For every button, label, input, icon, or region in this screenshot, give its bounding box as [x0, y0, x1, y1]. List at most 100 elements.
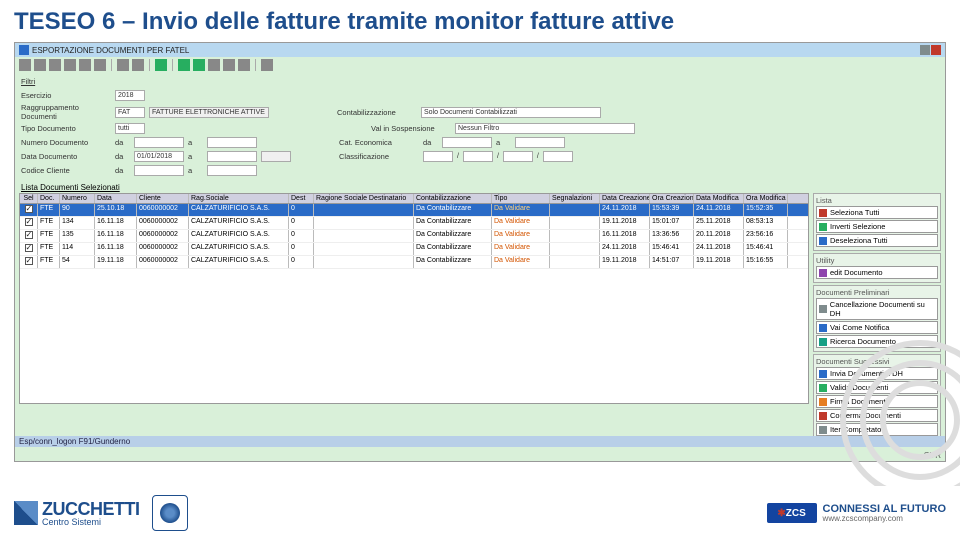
edit-doc-button[interactable]: edit Documento — [816, 266, 938, 279]
slide-footer: ZUCCHETTI Centro Sistemi ✱ZCS CONNESSI A… — [0, 486, 960, 540]
col-dest[interactable]: Dest — [289, 194, 314, 203]
table-row[interactable]: FTE5419.11.180060000002CALZATURIFICIO S.… — [20, 256, 808, 269]
ragg-desc: FATTURE ELETTRONICHE ATTIVE — [149, 107, 269, 118]
cateco-a[interactable] — [515, 137, 565, 148]
class-2[interactable] — [463, 151, 493, 162]
close-button[interactable] — [931, 45, 941, 55]
vai-notifica-button[interactable]: Vai Come Notifica — [816, 321, 938, 334]
zcs-tagline: CONNESSI AL FUTURO — [823, 504, 946, 515]
app-icon — [19, 45, 29, 55]
da-label: da — [423, 138, 438, 147]
statusbar-ovr: OVR — [15, 450, 945, 461]
codcli-a[interactable] — [207, 165, 257, 176]
table-row[interactable]: FTE11416.11.180060000002CALZATURIFICIO S… — [20, 243, 808, 256]
zcs-url: www.zcscompany.com — [823, 515, 946, 523]
numdoc-a[interactable] — [207, 137, 257, 148]
window-titlebar: ESPORTAZIONE DOCUMENTI PER FATEL — [15, 43, 945, 57]
datadoc-label: Data Documento — [21, 152, 111, 161]
col-cont[interactable]: Contabilizzazione — [414, 194, 492, 203]
class-label: Classificazione — [339, 152, 419, 161]
a-label: a — [496, 138, 511, 147]
cateco-da[interactable] — [442, 137, 492, 148]
col-rsd[interactable]: Ragione Sociale Destinatario — [314, 194, 414, 203]
class-1[interactable] — [423, 151, 453, 162]
tool-icon[interactable] — [117, 59, 129, 71]
da-label: da — [115, 138, 130, 147]
codcli-label: Codice Cliente — [21, 166, 111, 175]
da-label: da — [115, 166, 130, 175]
esercizio-input[interactable]: 2018 — [115, 90, 145, 101]
col-oc[interactable]: Ora Creazione — [650, 194, 694, 203]
check-icon[interactable] — [155, 59, 167, 71]
ragg-label: Raggruppamento Documenti — [21, 103, 111, 121]
numdoc-da[interactable] — [134, 137, 184, 148]
tipo-input[interactable]: tutti — [115, 123, 145, 134]
da-label: da — [115, 152, 130, 161]
col-dm[interactable]: Data Modifica — [694, 194, 744, 203]
deseleziona-button[interactable]: Deseleziona Tutti — [816, 234, 938, 247]
col-sel[interactable]: Sel — [20, 194, 38, 203]
ragg-input[interactable]: FAT — [115, 107, 145, 118]
grid-header: Sel Doc. Numero Data Cliente Rag.Sociale… — [19, 193, 809, 204]
seleziona-tutti-button[interactable]: Seleziona Tutti — [816, 206, 938, 219]
col-om[interactable]: Ora Modifica — [744, 194, 788, 203]
table-row[interactable]: FTE13516.11.180060000002CALZATURIFICIO S… — [20, 230, 808, 243]
zcs-mark: ✱ZCS — [767, 503, 817, 523]
col-dc[interactable]: Data Creazione — [600, 194, 650, 203]
arrow-up-icon[interactable] — [178, 59, 190, 71]
col-seg[interactable]: Segnalazioni — [550, 194, 600, 203]
datadoc-da[interactable]: 01/01/2018 — [134, 151, 184, 162]
toolbar — [15, 57, 945, 73]
tool-icon[interactable] — [19, 59, 31, 71]
window-title: ESPORTAZIONE DOCUMENTI PER FATEL — [32, 46, 189, 55]
esercizio-label: Esercizio — [21, 91, 111, 100]
cancellazione-button[interactable]: Cancellazione Documenti su DH — [816, 298, 938, 320]
tool-icon[interactable] — [94, 59, 106, 71]
inverti-button[interactable]: Inverti Selezione — [816, 220, 938, 233]
codcli-da[interactable] — [134, 165, 184, 176]
tool-icon[interactable] — [208, 59, 220, 71]
minimize-button[interactable] — [920, 45, 930, 55]
sosp-select[interactable]: Nessun Filtro — [455, 123, 635, 134]
list-section-label: Lista Documenti Selezionati — [21, 183, 939, 192]
filtri-label: Filtri — [21, 77, 111, 86]
zcs-logo: ✱ZCS CONNESSI AL FUTURO www.zcscompany.c… — [767, 503, 946, 523]
datadoc-ext — [261, 151, 291, 162]
filter-form: Filtri Esercizio 2018 Raggruppamento Doc… — [15, 73, 945, 180]
app-window: ESPORTAZIONE DOCUMENTI PER FATEL Filtri … — [14, 42, 946, 462]
cont-label: Contabilizzazione — [337, 108, 417, 117]
col-doc[interactable]: Doc. — [38, 194, 60, 203]
col-num[interactable]: Numero — [60, 194, 95, 203]
tool-icon[interactable] — [49, 59, 61, 71]
col-cli[interactable]: Cliente — [137, 194, 189, 203]
sosp-label: Val in Sospensione — [371, 124, 451, 133]
table-row[interactable]: FTE13416.11.180060000002CALZATURIFICIO S… — [20, 217, 808, 230]
panel-prelim-title: Documenti Preliminari — [816, 288, 938, 297]
tool-icon[interactable] — [64, 59, 76, 71]
class-4[interactable] — [543, 151, 573, 162]
zucchetti-sub: Centro Sistemi — [42, 518, 140, 527]
panel-lista-title: Lista — [816, 196, 938, 205]
tool-icon[interactable] — [223, 59, 235, 71]
tool-icon[interactable] — [132, 59, 144, 71]
cont-select[interactable]: Solo Documenti Contabilizzati — [421, 107, 601, 118]
a-label: a — [188, 152, 203, 161]
tool-icon[interactable] — [79, 59, 91, 71]
grid-body[interactable]: FTE9025.10.180060000002CALZATURIFICIO S.… — [19, 204, 809, 404]
col-rag[interactable]: Rag.Sociale — [189, 194, 289, 203]
a-label: a — [188, 166, 203, 175]
tool-icon[interactable] — [238, 59, 250, 71]
document-grid: Sel Doc. Numero Data Cliente Rag.Sociale… — [19, 193, 809, 440]
class-3[interactable] — [503, 151, 533, 162]
datadoc-a[interactable] — [207, 151, 257, 162]
col-tipo[interactable]: Tipo — [492, 194, 550, 203]
tool-icon[interactable] — [261, 59, 273, 71]
table-row[interactable]: FTE9025.10.180060000002CALZATURIFICIO S.… — [20, 204, 808, 217]
tool-icon[interactable] — [34, 59, 46, 71]
a-label: a — [188, 138, 203, 147]
zucchetti-logo: ZUCCHETTI Centro Sistemi — [14, 495, 188, 531]
arrow-down-icon[interactable] — [193, 59, 205, 71]
col-data[interactable]: Data — [95, 194, 137, 203]
zucchetti-name: ZUCCHETTI — [42, 500, 140, 518]
statusbar: Esp/conn_logon F91/Gunderno — [15, 436, 945, 447]
